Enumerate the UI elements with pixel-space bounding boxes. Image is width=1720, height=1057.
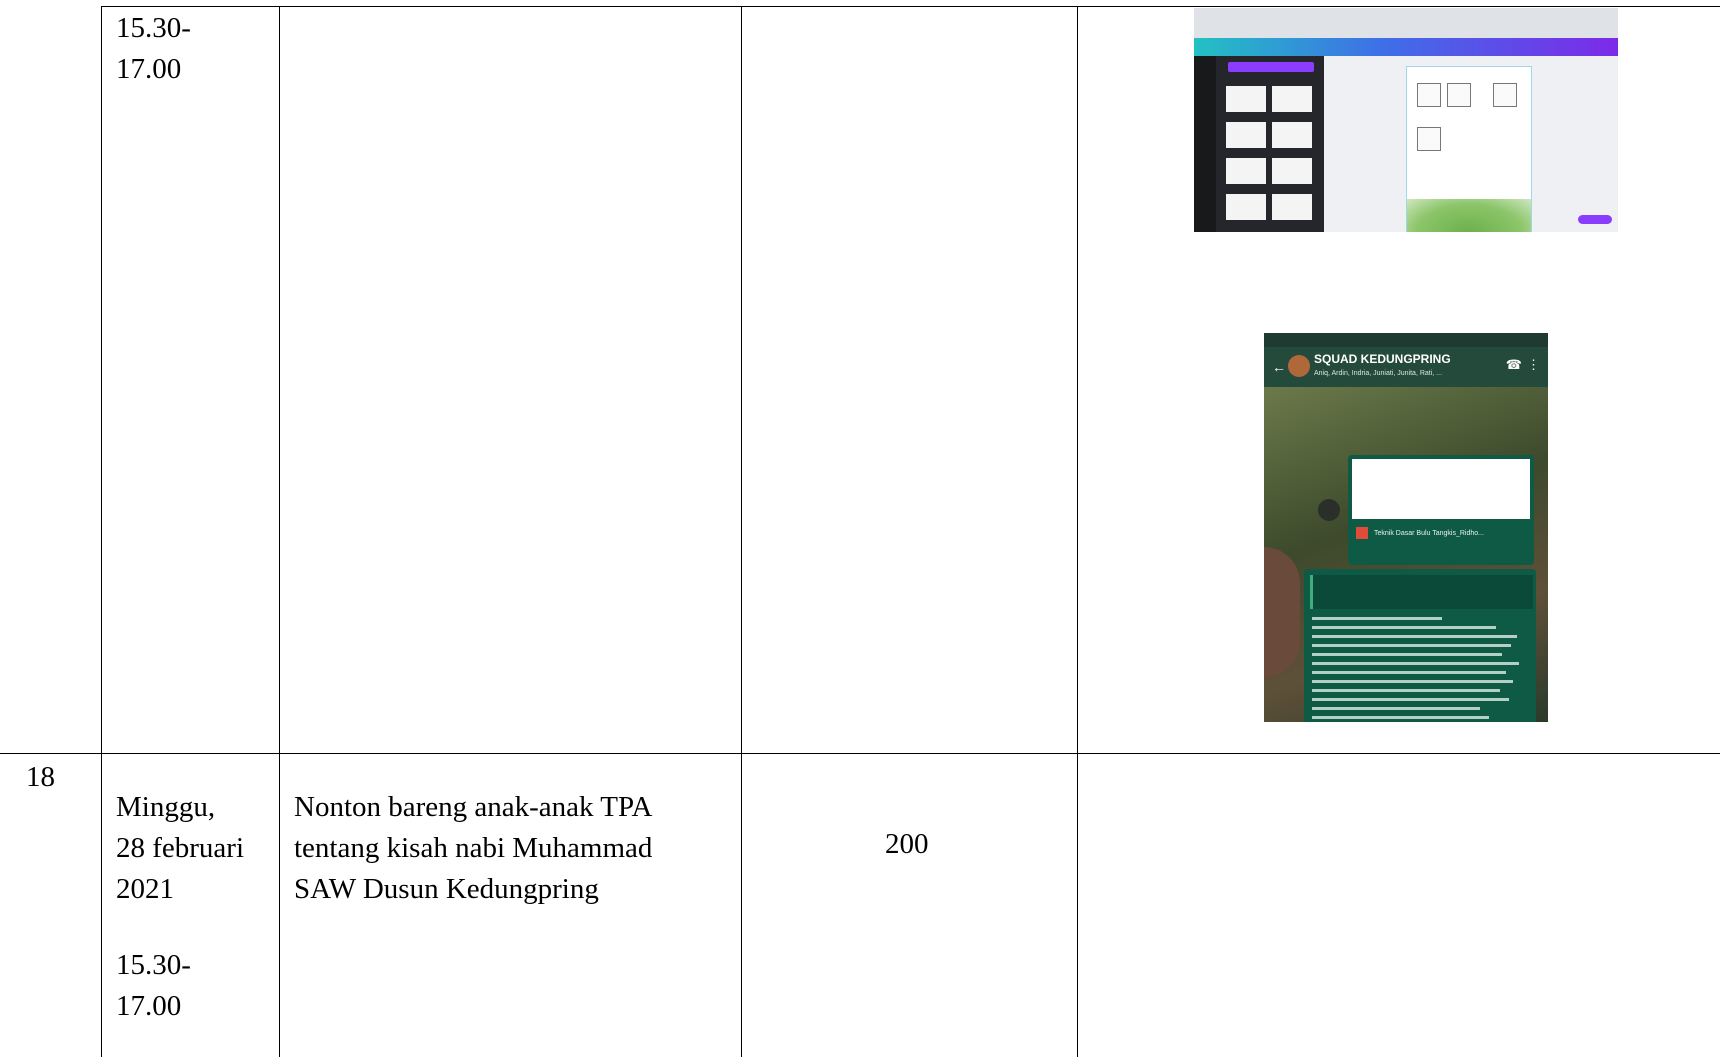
- group-name: SQUAD KEDUNGPRING: [1314, 352, 1451, 366]
- panel-thumbnail: [1226, 158, 1266, 184]
- panel-thumbnail: [1272, 86, 1312, 112]
- canva-sidebar: [1194, 56, 1216, 232]
- chat-header: ← SQUAD KEDUNGPRING Aniq, Ardin, Indria,…: [1264, 347, 1548, 387]
- panel-thumbnail: [1226, 122, 1266, 148]
- call-icon: ☎: [1505, 357, 1522, 372]
- table-top-border: [101, 6, 1720, 7]
- panel-thumbnail: [1226, 194, 1266, 220]
- chat-wallpaper: Teknik Dasar Bulu Tangkis_Ridho...: [1264, 387, 1548, 722]
- column-border-participants: [1077, 6, 1078, 1057]
- column-border-activity: [741, 6, 742, 1057]
- figure-thumbnail: [1417, 83, 1441, 107]
- forward-icon: [1318, 499, 1340, 521]
- row2-date-day: Minggu,: [116, 791, 216, 823]
- activity-line-2: tentang kisah nabi Muhammad: [294, 832, 653, 864]
- canva-help-button: [1578, 215, 1612, 224]
- row1-time-end: 17.00: [116, 53, 182, 85]
- figure-thumbnail: [1493, 83, 1517, 107]
- more-options-icon: ⋮: [1527, 357, 1540, 372]
- panel-thumbnail: [1272, 158, 1312, 184]
- participants-count: 200: [885, 828, 929, 860]
- row-number: 18: [26, 761, 55, 793]
- panel-thumbnail: [1272, 194, 1312, 220]
- row2-time-end: 17.00: [116, 990, 182, 1022]
- column-border-schedule: [279, 6, 280, 1057]
- back-arrow-icon: ←: [1272, 359, 1286, 375]
- row2-date-year: 2021: [116, 873, 174, 905]
- canva-toolbar: [1194, 38, 1618, 56]
- wallpaper-photo: [1264, 547, 1300, 677]
- canva-screenshot: [1194, 8, 1618, 232]
- figure-thumbnail: [1447, 83, 1471, 107]
- row2-time-start: 15.30-: [116, 949, 191, 981]
- activity-line-3: SAW Dusun Kedungpring: [294, 873, 599, 905]
- group-avatar: [1288, 355, 1310, 377]
- canva-design-page: [1406, 66, 1532, 232]
- phone-status-bar: [1264, 333, 1548, 347]
- panel-thumbnail: [1272, 122, 1312, 148]
- group-members: Aniq, Ardin, Indria, Juniati, Junita, Ra…: [1314, 370, 1443, 377]
- whatsapp-screenshot: ← SQUAD KEDUNGPRING Aniq, Ardin, Indria,…: [1264, 333, 1548, 722]
- quoted-reply: [1310, 575, 1533, 609]
- document-message: Teknik Dasar Bulu Tangkis_Ridho...: [1348, 455, 1534, 565]
- activity-line-1: Nonton bareng anak-anak TPA: [294, 791, 653, 823]
- document-file-name: Teknik Dasar Bulu Tangkis_Ridho...: [1374, 529, 1484, 537]
- grass-background: [1407, 199, 1531, 232]
- panel-thumbnail: [1226, 86, 1266, 112]
- document-preview: [1352, 459, 1530, 519]
- figure-thumbnail: [1417, 127, 1441, 151]
- row1-time-start: 15.30-: [116, 12, 191, 44]
- document-file-row: Teknik Dasar Bulu Tangkis_Ridho...: [1356, 527, 1484, 539]
- text-message: [1304, 569, 1536, 722]
- message-text-lines: [1312, 617, 1528, 722]
- browser-tab-bar: [1194, 8, 1618, 38]
- column-border-number: [101, 6, 102, 1057]
- canva-workspace: [1324, 56, 1618, 232]
- pdf-icon: [1356, 527, 1368, 539]
- canva-elements-panel: [1216, 56, 1324, 232]
- canva-panel-button: [1228, 62, 1314, 72]
- row2-date-month: 28 februari: [116, 832, 245, 864]
- row-divider: [0, 753, 1720, 754]
